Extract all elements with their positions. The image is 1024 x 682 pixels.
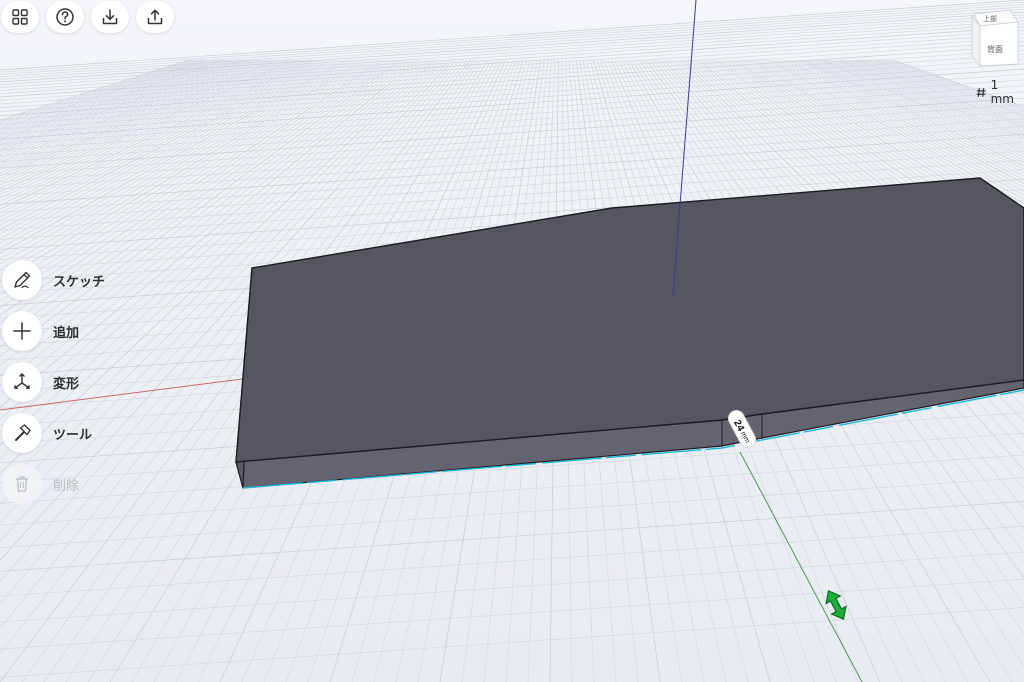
grid-size-indicator[interactable]: 1 mm bbox=[976, 78, 1024, 106]
sidebar-item-label: ツール bbox=[53, 427, 93, 443]
download-icon bbox=[102, 9, 118, 25]
sidebar-item-label: 変形 bbox=[53, 376, 80, 392]
grid-menu-button[interactable] bbox=[1, 1, 39, 33]
grid-line bbox=[0, 607, 1024, 678]
sidebar-item-delete[interactable]: 削除 bbox=[2, 464, 79, 504]
sidebar-item-sketch[interactable]: スケッチ bbox=[2, 260, 105, 300]
export-button[interactable] bbox=[136, 1, 174, 33]
plus-icon bbox=[13, 322, 31, 340]
app-window: 24 mm スケッチ 追加 変形 ツール 削除 上部 背面 1 mm bbox=[0, 0, 1024, 682]
dimension-badge[interactable]: 24 mm bbox=[722, 409, 762, 449]
solid-top-face[interactable] bbox=[235, 177, 1024, 463]
view-cube[interactable]: 上部 背面 bbox=[966, 8, 1024, 70]
grid-line bbox=[0, 68, 1024, 140]
question-icon bbox=[56, 8, 74, 26]
view-cube-top-label: 上部 bbox=[983, 14, 997, 23]
sidebar-item-label: 追加 bbox=[53, 325, 80, 341]
pencil-icon bbox=[14, 271, 31, 289]
view-cube-front-face[interactable] bbox=[979, 21, 1019, 67]
grid-size-label: 1 mm bbox=[990, 78, 1014, 106]
hash-icon bbox=[976, 87, 986, 97]
import-button[interactable] bbox=[91, 1, 129, 33]
sidebar-item-transform[interactable]: 変形 bbox=[2, 362, 79, 402]
sidebar-item-label: スケッチ bbox=[53, 274, 106, 290]
view-cube-front-label: 背面 bbox=[987, 44, 1003, 54]
sidebar-item-tools[interactable]: ツール bbox=[2, 413, 92, 453]
help-button[interactable] bbox=[46, 1, 84, 33]
sidebar-item-add[interactable]: 追加 bbox=[2, 311, 79, 351]
sidebar-item-label: 削除 bbox=[53, 478, 80, 494]
hammer-icon bbox=[15, 424, 31, 441]
trash-icon bbox=[16, 476, 28, 492]
grid-line bbox=[0, 551, 1024, 623]
grid-line bbox=[0, 91, 1024, 163]
grid-icon bbox=[12, 9, 28, 25]
share-icon bbox=[147, 9, 163, 25]
transform-icon bbox=[14, 373, 30, 390]
viewport-3d[interactable] bbox=[0, 0, 1024, 682]
